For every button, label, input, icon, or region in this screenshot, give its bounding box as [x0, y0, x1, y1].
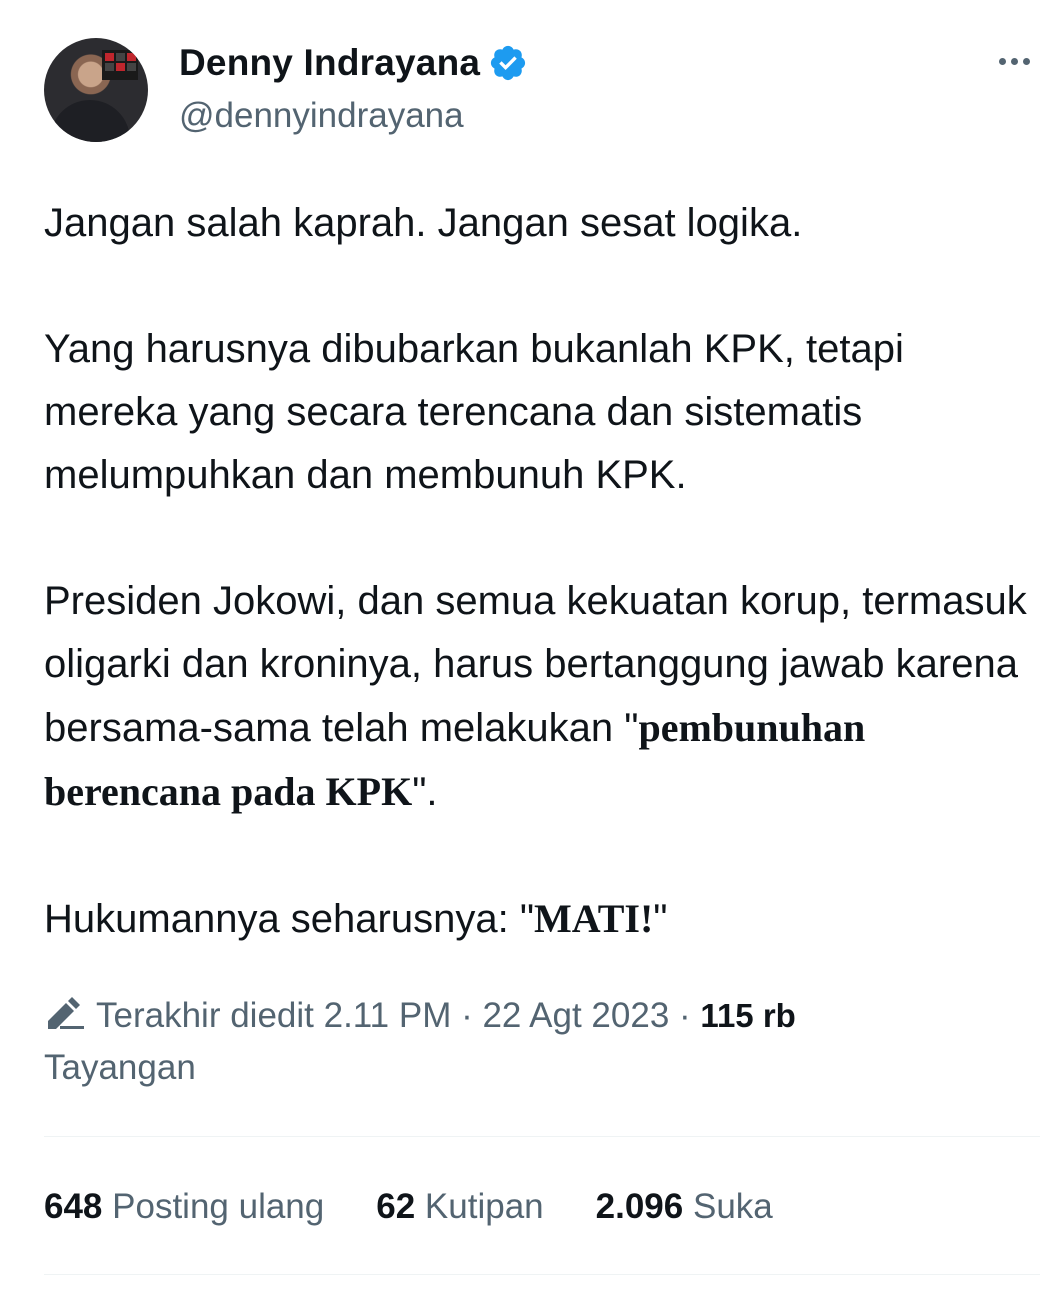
tweet-meta: Terakhir diedit 2.11 PM · 22 Agt 2023 · …: [44, 990, 1034, 1094]
views-count: 115 rb: [700, 997, 796, 1034]
tweet-text: Jangan salah kaprah. Jangan sesat logika…: [44, 192, 1034, 951]
tweet-paragraph-4-end: ": [653, 897, 668, 941]
reposts-stat[interactable]: 648 Posting ulang: [44, 1182, 324, 1232]
author-name[interactable]: Denny Indrayana: [179, 42, 480, 84]
divider: [44, 1136, 1040, 1137]
avatar[interactable]: [44, 38, 148, 142]
tweet-paragraph-3-text: Presiden Jokowi, dan semua kekuatan koru…: [44, 579, 1027, 750]
tweet-emphasis-2: MATI!: [534, 896, 654, 941]
pencil-edit-icon[interactable]: [44, 997, 86, 1031]
tweet-paragraph-4: Hukumannya seharusnya: "MATI!": [44, 887, 1034, 951]
engagement-stats: 648 Posting ulang 62 Kutipan 2.096 Suka: [44, 1182, 825, 1232]
likes-label: Suka: [692, 1187, 773, 1226]
verified-badge-icon: [491, 45, 526, 81]
tweet-paragraph-4-text: Hukumannya seharusnya: ": [44, 897, 535, 941]
tweet-paragraph-3-end: ".: [412, 770, 438, 814]
integrity-logo: [102, 50, 138, 80]
reposts-label: Posting ulang: [112, 1187, 325, 1226]
author-name-row: Denny Indrayana: [179, 42, 528, 84]
divider: [44, 1274, 1040, 1275]
tweet-paragraph-1: Jangan salah kaprah. Jangan sesat logika…: [44, 201, 803, 245]
views-label: Tayangan: [44, 1048, 196, 1087]
quotes-label: Kutipan: [424, 1187, 544, 1226]
tweet-header: Denny Indrayana @dennyindrayana: [44, 38, 1040, 148]
likes-count: 2.096: [595, 1187, 684, 1226]
tweet-paragraph-3: Presiden Jokowi, dan semua kekuatan koru…: [44, 570, 1034, 824]
tweet-paragraph-2: Yang harusnya dibubarkan bukanlah KPK, t…: [44, 327, 904, 497]
likes-stat[interactable]: 2.096 Suka: [596, 1182, 773, 1232]
quotes-stat[interactable]: 62 Kutipan: [376, 1182, 543, 1232]
quotes-count: 62: [376, 1187, 416, 1226]
reposts-count: 648: [44, 1187, 103, 1226]
edited-timestamp[interactable]: Terakhir diedit 2.11 PM · 22 Agt 2023 ·: [96, 996, 691, 1035]
more-options-icon[interactable]: [999, 58, 1030, 65]
author-handle[interactable]: @dennyindrayana: [179, 96, 464, 136]
